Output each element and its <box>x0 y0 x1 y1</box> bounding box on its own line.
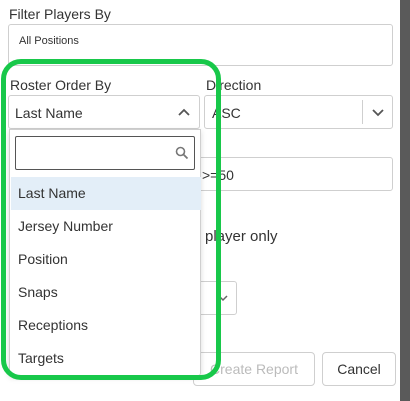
player-only-label: player only <box>205 228 278 245</box>
direction-value: ASC <box>212 105 241 121</box>
filter-value: All Positions <box>19 35 79 47</box>
filter-label: Filter Players By <box>9 6 111 22</box>
dropdown-option-jersey-number[interactable]: Jersey Number <box>11 210 201 243</box>
filter-field[interactable]: All Positions <box>8 24 393 66</box>
threshold-input[interactable]: >=50 <box>195 157 393 191</box>
report-dialog: Filter Players By All Positions Roster O… <box>0 0 400 401</box>
dropdown-option-receptions[interactable]: Receptions <box>11 309 201 342</box>
dropdown-option-targets[interactable]: Targets <box>11 342 201 375</box>
chevron-up-icon[interactable] <box>169 96 199 128</box>
roster-order-value: Last Name <box>15 105 83 121</box>
cancel-button[interactable]: Cancel <box>322 352 396 386</box>
hidden-select[interactable] <box>195 281 237 315</box>
dropdown-option-last-name[interactable]: Last Name <box>11 177 201 210</box>
dropdown-option-snaps[interactable]: Snaps <box>11 276 201 309</box>
modal-backdrop <box>400 0 410 401</box>
direction-select[interactable]: ASC <box>204 95 393 129</box>
chevron-down-icon[interactable] <box>208 282 238 314</box>
threshold-value: >=50 <box>202 167 234 183</box>
direction-label: Direction <box>206 77 262 93</box>
chevron-down-icon[interactable] <box>363 96 393 128</box>
roster-order-label: Roster Order By <box>10 77 112 93</box>
dropdown-option-position[interactable]: Position <box>11 243 201 276</box>
create-report-button[interactable]: Create Report <box>193 352 315 386</box>
dropdown-search-input[interactable] <box>15 136 195 170</box>
roster-order-select[interactable]: Last Name <box>8 95 200 129</box>
search-icon <box>170 137 194 168</box>
